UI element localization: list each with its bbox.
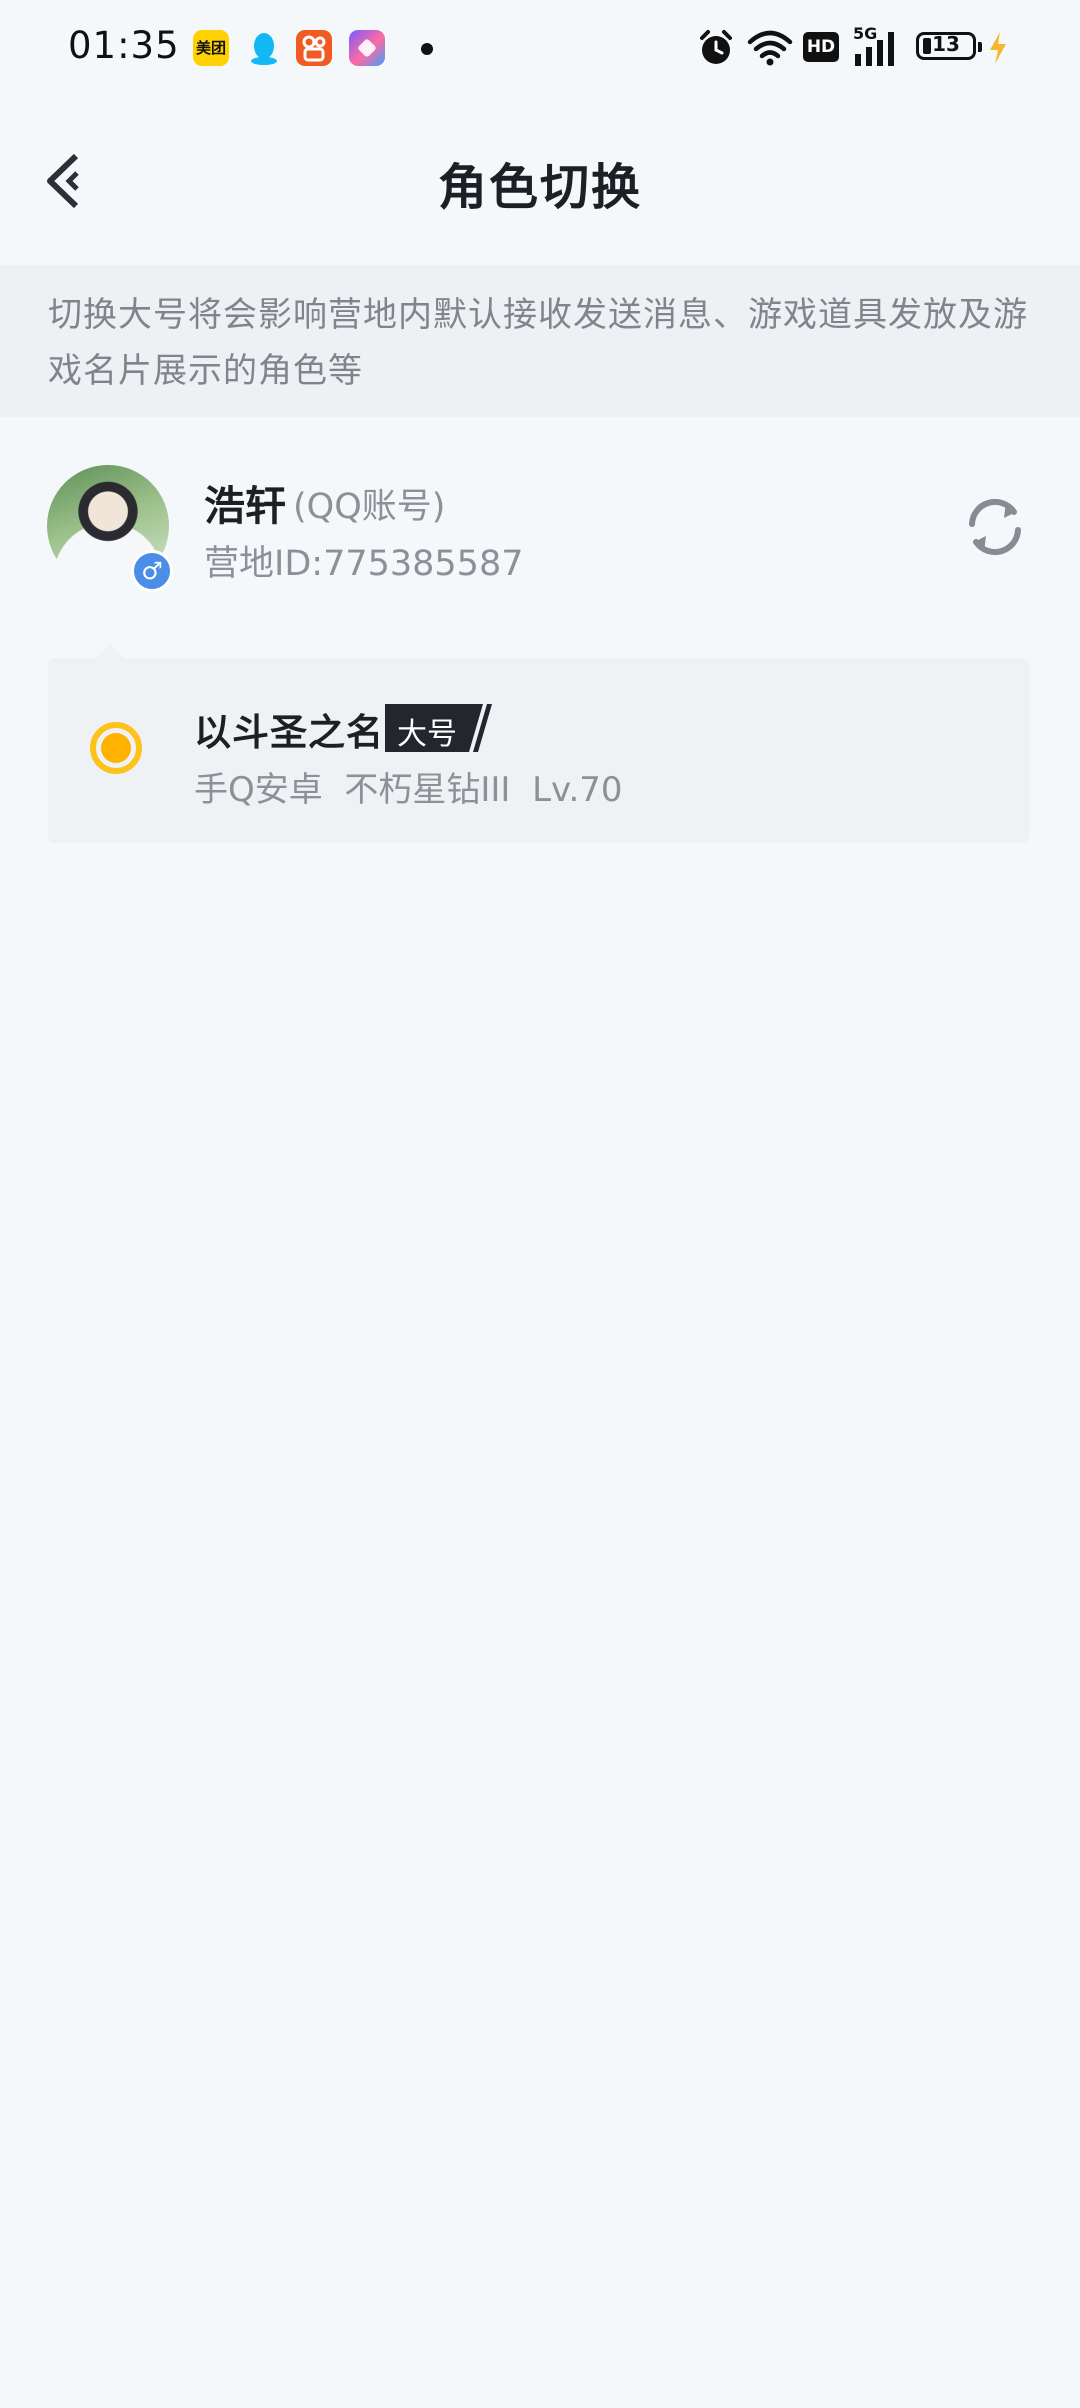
camp-id: 营地ID:775385587 [204,544,524,584]
role-switch-page: 01:35 美团 HD 5G 13 角色切换 切换大号将会影响营地内默认接收发送… [0,0,1080,2408]
account-type: (QQ账号) [293,487,446,527]
account-name: 浩轩 [204,482,286,530]
notice-banner: 切换大号将会影响营地内默认接收发送消息、游戏道具发放及游戏名片展示的角色等 [0,265,1080,417]
hd-icon: HD [803,32,839,62]
radio-dot-icon [101,733,131,763]
role-name: 以斗圣之名 [194,711,384,754]
battery-icon: 13 [916,32,982,60]
status-bar: 01:35 美团 HD 5G 13 [0,0,1080,96]
main-account-badge: 大号 [385,704,495,752]
charging-icon [990,32,1006,64]
qq-icon [246,30,282,66]
meituan-icon: 美团 [193,30,229,66]
role-meta: 手Q安卓 不朽星钻III Lv.70 [194,770,623,810]
shortcut-icon [349,30,385,66]
wifi-icon [747,30,793,66]
network-type-label: 5G [853,24,878,43]
header: 角色切换 [0,96,1080,266]
notification-dot-icon [421,43,433,55]
notice-text: 切换大号将会影响营地内默认接收发送消息、游戏道具发放及游戏名片展示的角色等 [48,295,1028,391]
male-icon: ♂ [131,550,173,592]
role-radio-selected[interactable] [90,722,142,774]
status-time: 01:35 [68,24,180,67]
avatar[interactable]: ♂ [47,465,173,592]
refresh-icon [969,498,1021,556]
role-card[interactable]: 以斗圣之名 大号 手Q安卓 不朽星钻III Lv.70 [48,644,1030,843]
page-title: 角色切换 [437,159,642,216]
kuaishou-icon [296,30,332,66]
switch-account-button[interactable] [962,494,1028,560]
alarm-icon [700,30,732,64]
